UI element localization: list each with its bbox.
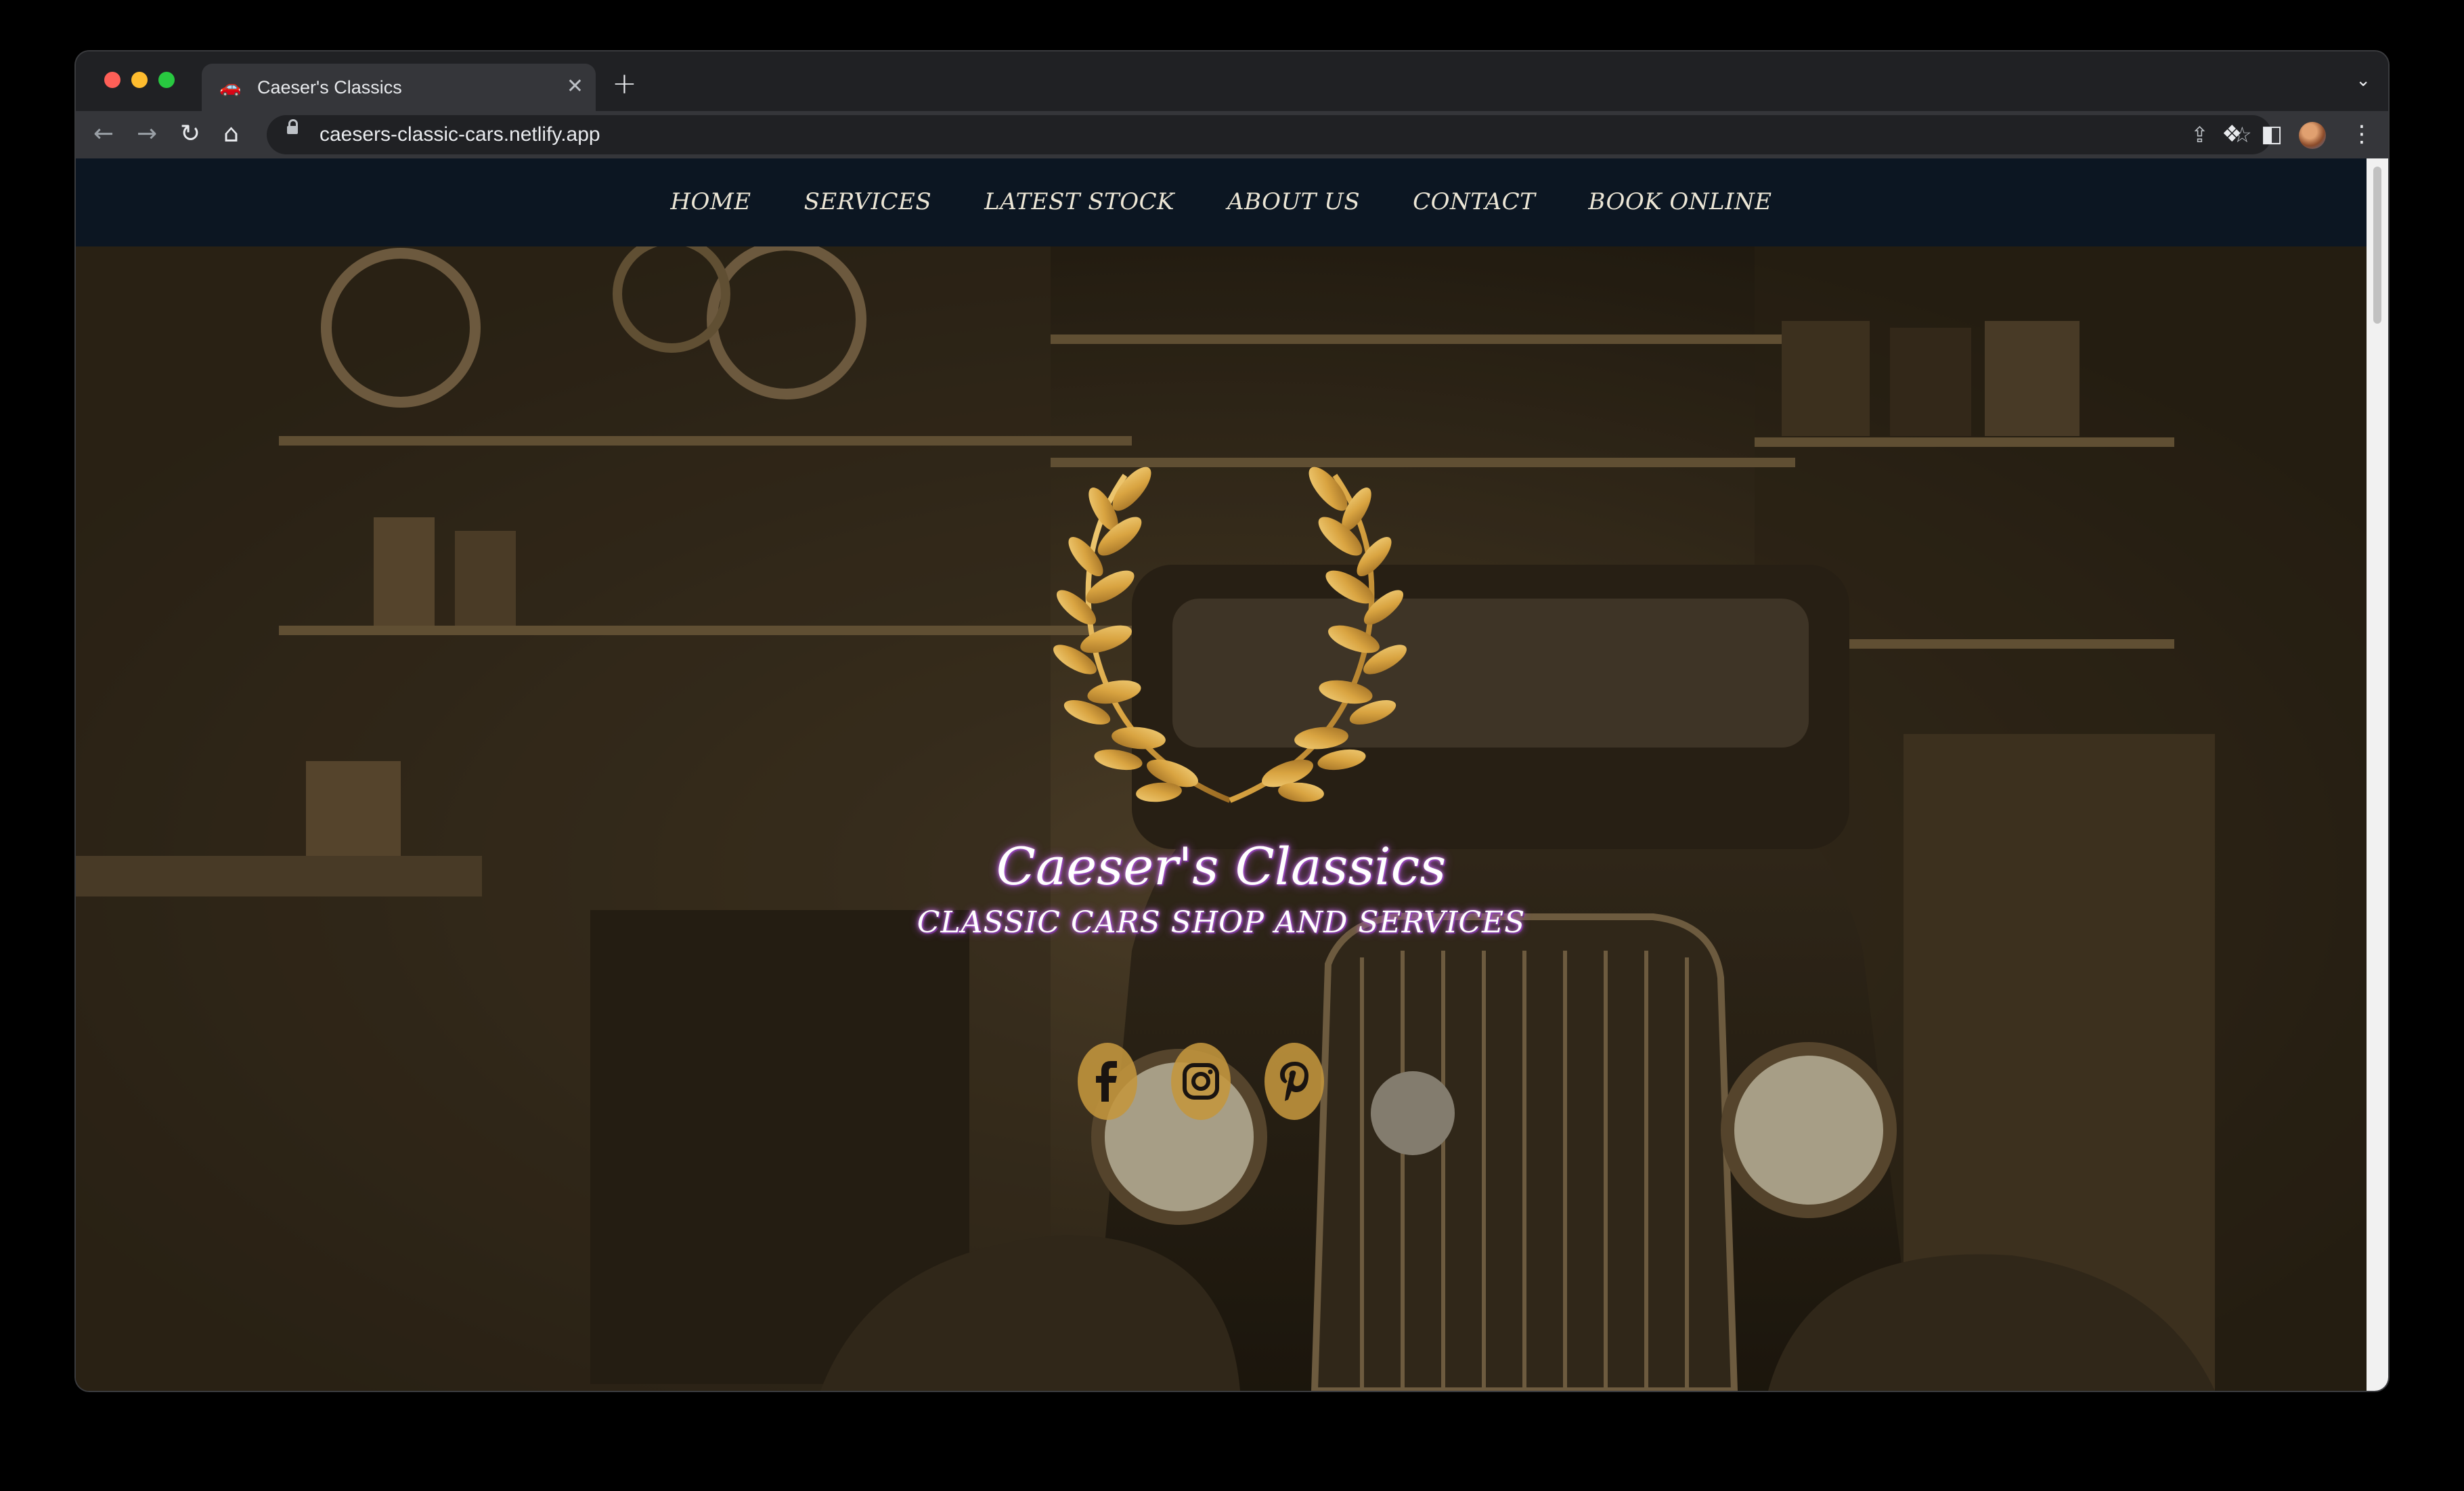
close-tab-icon[interactable]: ✕ (567, 74, 584, 99)
lock-icon (287, 119, 298, 134)
nav-about-us[interactable]: ABOUT US (1227, 187, 1360, 217)
pinterest-link[interactable] (1264, 1043, 1324, 1120)
instagram-icon (1183, 1063, 1219, 1100)
browser-toolbar: ← → ↻ ⌂ caesers-classic-cars.netlify.app… (76, 111, 2388, 158)
instagram-link[interactable] (1171, 1043, 1231, 1120)
back-arrow-icon[interactable]: ← (93, 121, 114, 148)
tab-search-chevron-icon[interactable]: ⌄ (2356, 70, 2371, 91)
laurel-wreath-icon (1053, 467, 1407, 803)
reload-icon[interactable]: ↻ (180, 121, 200, 148)
browser-window: 🚗 Caeser's Classics ✕ + ⌄ ← → ↻ ⌂ caeser… (76, 51, 2388, 1391)
nav-contact[interactable]: CONTACT (1413, 187, 1535, 217)
nav-services[interactable]: SERVICES (804, 187, 932, 217)
car-icon: 🚗 (219, 77, 242, 98)
garage-background-image (76, 246, 2367, 1391)
share-icon[interactable]: ⇪ (2191, 122, 2209, 148)
site-navbar: HOME SERVICES LATEST STOCK ABOUT US CONT… (76, 158, 2367, 246)
page-viewport: HOME SERVICES LATEST STOCK ABOUT US CONT… (76, 158, 2367, 1391)
hero-section: Caeser's Classics CLASSIC CARS SHOP AND … (76, 246, 2367, 1391)
more-menu-icon[interactable]: ⋮ (2350, 121, 2373, 148)
tab-title: Caeser's Classics (257, 77, 402, 98)
page-scrollbar[interactable] (2367, 158, 2388, 1391)
nav-latest-stock[interactable]: LATEST STOCK (984, 187, 1174, 217)
url-text: caesers-classic-cars.netlify.app (320, 123, 600, 146)
address-bar[interactable]: caesers-classic-cars.netlify.app ⇪ ☆ (267, 115, 2272, 154)
extensions-puzzle-icon[interactable]: ❖ (2222, 121, 2242, 148)
maximize-window-button[interactable] (158, 72, 175, 88)
side-panel-icon[interactable]: ◧ (2261, 121, 2283, 148)
social-links (76, 1043, 2346, 1120)
browser-tab[interactable]: 🚗 Caeser's Classics ✕ (202, 64, 596, 111)
tab-strip: 🚗 Caeser's Classics ✕ + ⌄ (76, 51, 2388, 111)
forward-arrow-icon[interactable]: → (137, 121, 157, 148)
minimize-window-button[interactable] (131, 72, 148, 88)
home-icon[interactable]: ⌂ (223, 121, 239, 148)
hero-title: Caeser's Classics (996, 836, 1447, 896)
profile-avatar[interactable] (2299, 122, 2326, 149)
facebook-link[interactable] (1078, 1043, 1137, 1120)
scrollbar-thumb[interactable] (2373, 167, 2381, 324)
facebook-icon (1096, 1061, 1117, 1102)
pinterest-icon (1280, 1062, 1308, 1101)
new-tab-button[interactable]: + (612, 69, 637, 99)
nav-book-online[interactable]: BOOK ONLINE (1588, 187, 1772, 217)
nav-home[interactable]: HOME (670, 187, 751, 217)
close-window-button[interactable] (104, 72, 120, 88)
hero-subtitle: CLASSIC CARS SHOP AND SERVICES (917, 905, 1526, 940)
